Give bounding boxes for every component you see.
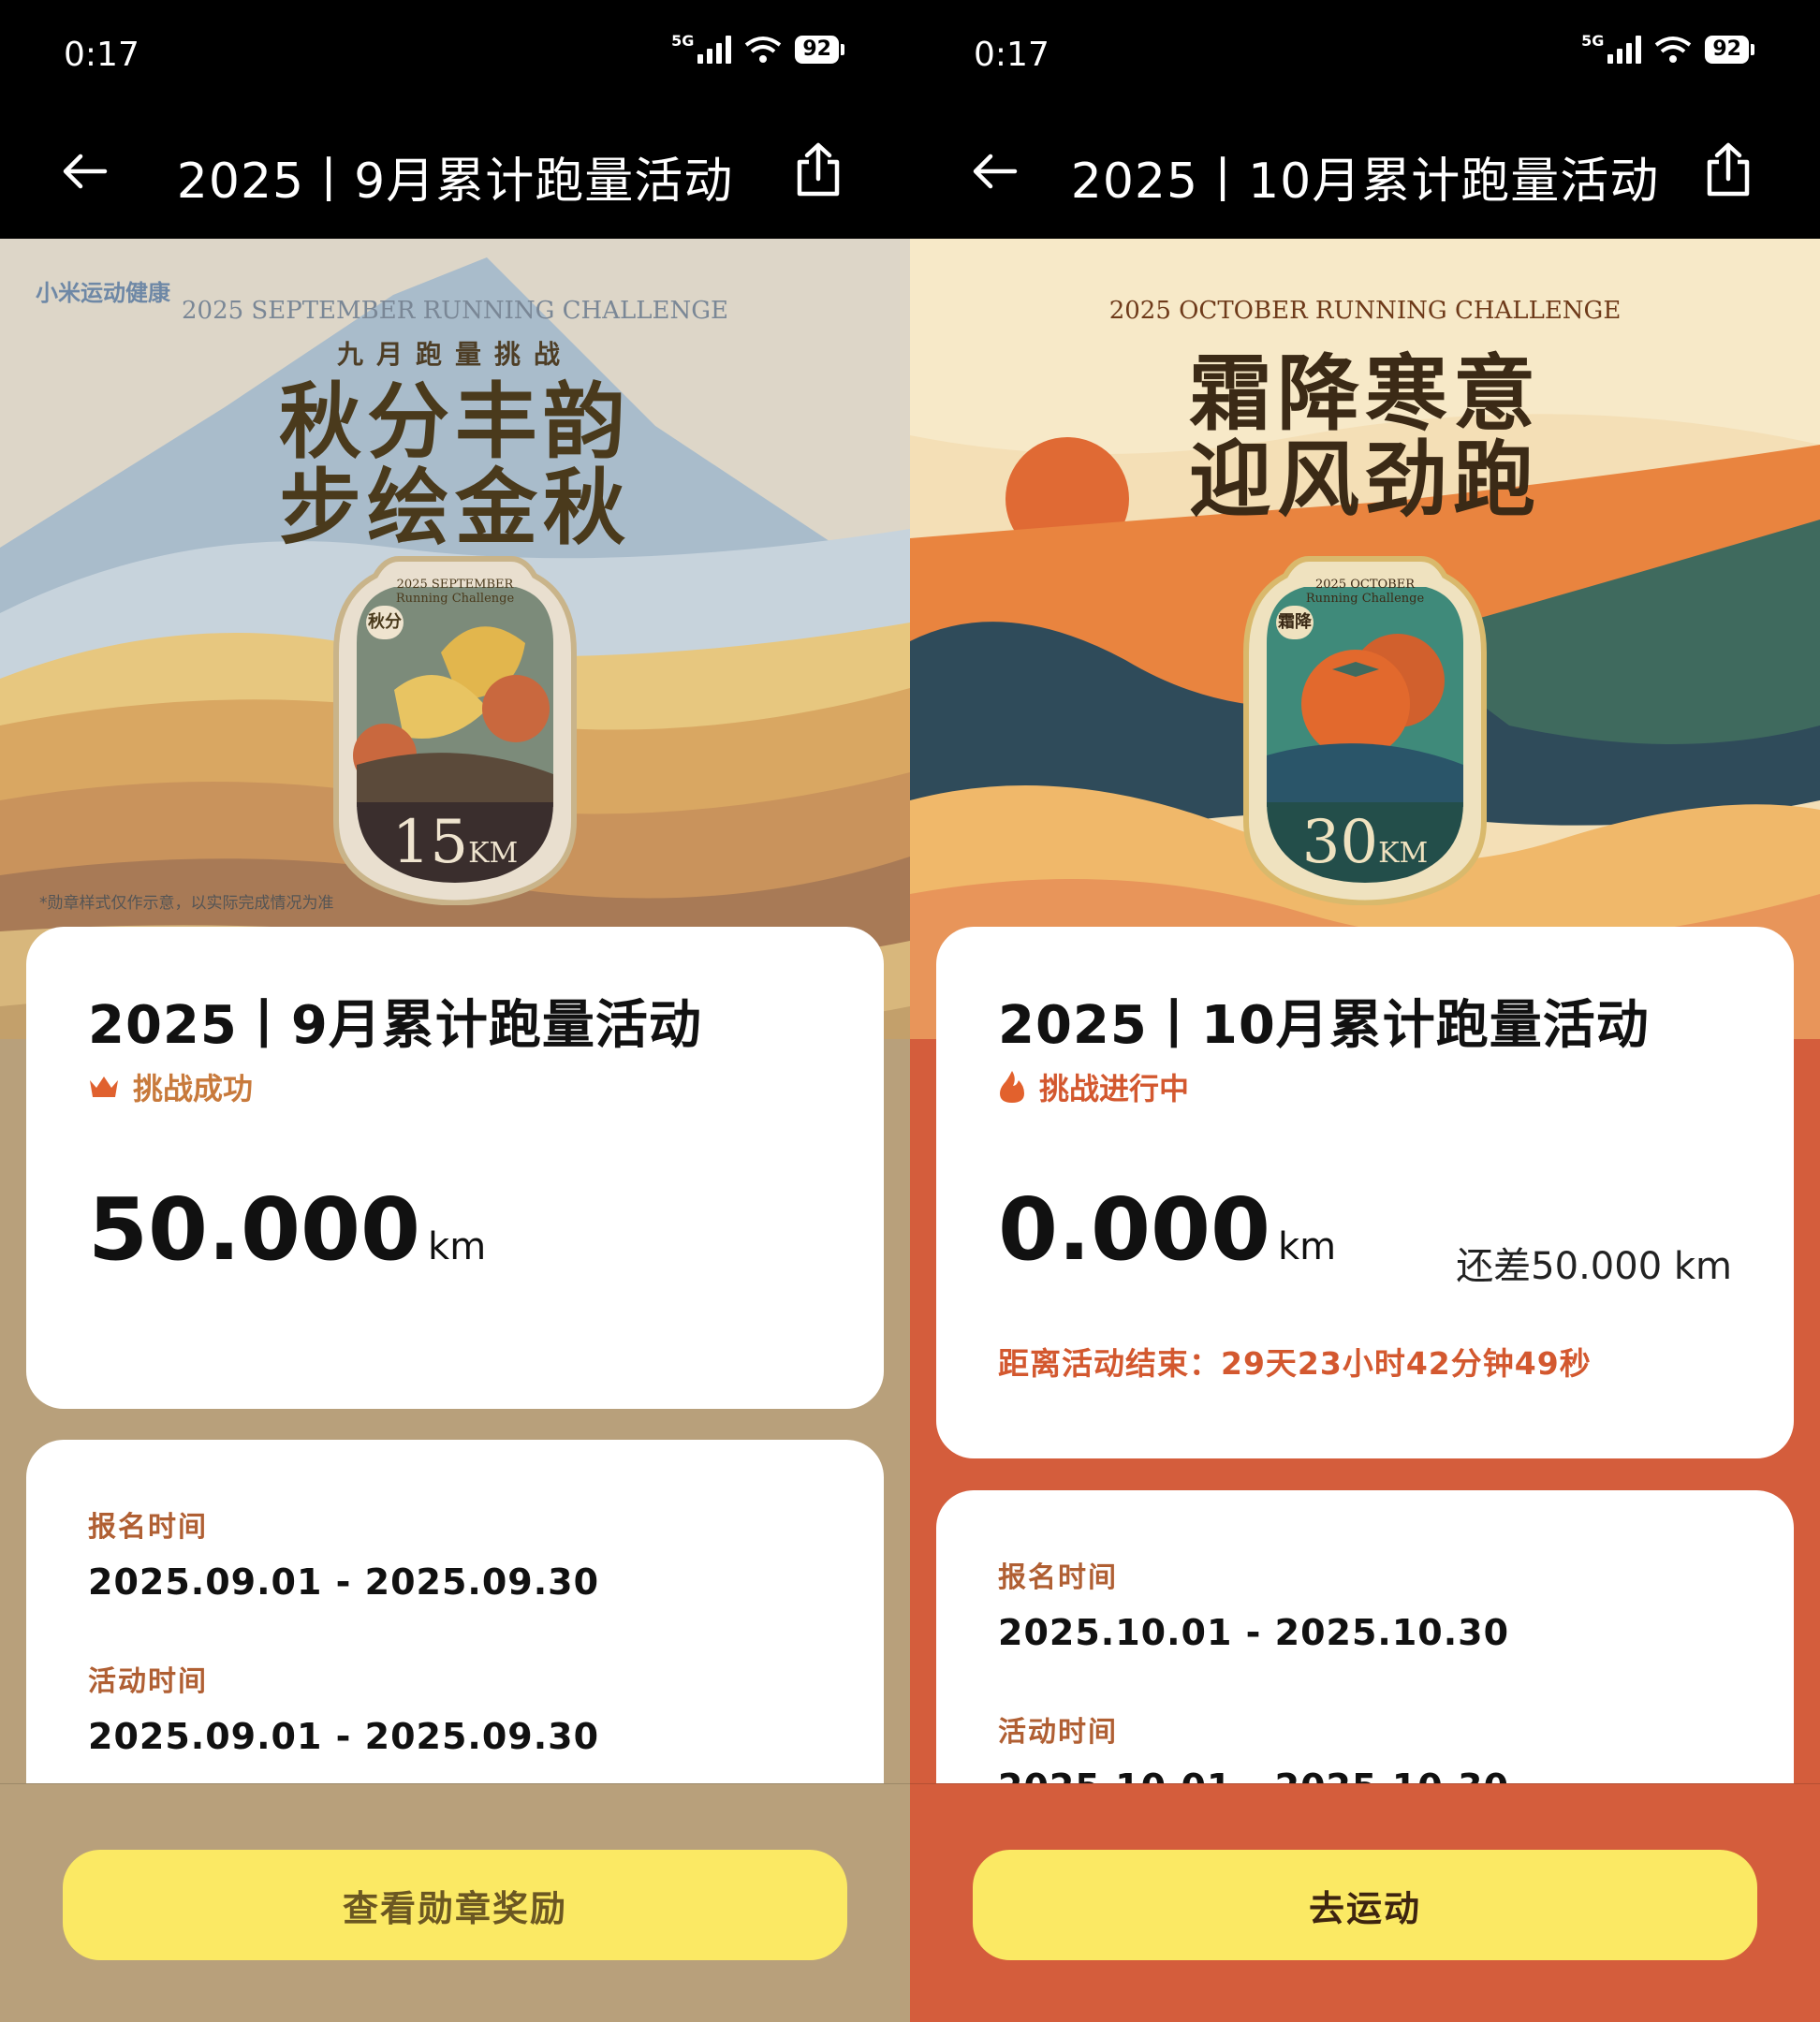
status-text: 挑战成功 (133, 1071, 254, 1106)
hero-slogan-line1: 秋分丰韵 (278, 374, 631, 470)
october-screen: 0:17 5G 92 2025丨10月累计跑量活动 2025 OCTOBER R… (910, 0, 1820, 2022)
hero-english-title: 2025 OCTOBER RUNNING CHALLENGE (1108, 297, 1622, 325)
go-exercise-button[interactable]: 去运动 (973, 1850, 1757, 1960)
status-badge: 挑战进行中 (998, 1065, 1189, 1108)
distance-readout: 50.000 km (88, 1180, 486, 1280)
nav-bar: 2025丨9月累计跑量活动 (0, 108, 910, 239)
signup-time-value: 2025.09.01 - 2025.09.30 (88, 1561, 600, 1603)
hero-english-title: 2025 SEPTEMBER RUNNING CHALLENGE (182, 297, 728, 325)
status-icons: 5G 92 (671, 32, 844, 64)
bottom-action-bar: 去运动 (910, 1783, 1820, 2022)
wifi-icon (745, 37, 782, 63)
status-bar: 0:17 5G 92 (0, 0, 910, 108)
activity-time-value: 2025.09.01 - 2025.09.30 (88, 1716, 600, 1757)
battery-icon (1751, 44, 1754, 55)
share-icon[interactable] (792, 141, 844, 199)
medal-subtitle: Running Challenge (395, 592, 515, 606)
distance-value: 0.000 (998, 1180, 1271, 1280)
status-time: 0:17 (64, 36, 139, 74)
remaining-distance: 还差50.000 km (1456, 1245, 1732, 1288)
signup-time-value: 2025.10.01 - 2025.10.30 (998, 1612, 1510, 1653)
flame-icon (1000, 1071, 1024, 1103)
hero-chinese-subtitle: 九月跑量挑战 (336, 339, 573, 370)
status-badge: 挑战成功 (88, 1065, 253, 1108)
medal-seal: 霜降 (1276, 606, 1314, 639)
status-time: 0:17 (974, 36, 1049, 74)
countdown-timer: 距离活动结束：29天23小时42分钟49秒 (998, 1345, 1592, 1382)
challenge-name: 2025丨10月累计跑量活动 (998, 995, 1650, 1056)
september-screen: 0:17 5G 92 2025丨9月累计跑量活动 小米运动健康 2025 SEP… (0, 0, 910, 2022)
crown-icon (90, 1077, 118, 1097)
challenge-summary-card: 2025丨10月累计跑量活动 挑战进行中 0.000 km 还差50.000 km… (936, 927, 1794, 1458)
share-icon[interactable] (1702, 141, 1754, 199)
hero-slogan-line1: 霜降寒意 (1188, 345, 1541, 442)
medal-km: 30 (1301, 808, 1379, 877)
signal-icon (697, 36, 732, 64)
page-title: 2025丨10月累计跑量活动 (1070, 154, 1660, 210)
signal-icon (1607, 36, 1642, 64)
medal-subtitle: Running Challenge (1305, 592, 1425, 606)
hero-slogan-line2: 步绘金秋 (278, 460, 631, 556)
medal-badge: 2025 OCTOBER Running Challenge 霜降 30KM (1239, 549, 1491, 905)
page-title: 2025丨9月累计跑量活动 (176, 154, 734, 210)
medal-seal: 秋分 (366, 606, 404, 639)
signup-time-label: 报名时间 (88, 1511, 208, 1544)
network-type: 5G (671, 31, 695, 50)
battery-level: 92 (795, 36, 839, 64)
nav-bar: 2025丨10月累计跑量活动 (910, 108, 1820, 239)
activity-time-label: 活动时间 (88, 1665, 208, 1698)
distance-value: 50.000 (88, 1180, 421, 1280)
bottom-action-bar: 查看勋章奖励 (0, 1783, 910, 2022)
status-icons: 5G 92 (1581, 32, 1754, 64)
view-medal-reward-button[interactable]: 查看勋章奖励 (63, 1850, 847, 1960)
battery-level: 92 (1705, 36, 1749, 64)
medal-year: 2025 SEPTEMBER (396, 578, 514, 592)
network-type: 5G (1581, 31, 1605, 50)
medal-km-unit: KM (1378, 837, 1429, 870)
challenge-name: 2025丨9月累计跑量活动 (88, 995, 702, 1056)
activity-time-label: 活动时间 (998, 1716, 1118, 1749)
status-text: 挑战进行中 (1039, 1071, 1190, 1106)
signup-time-label: 报名时间 (998, 1561, 1118, 1594)
medal-km: 15 (391, 808, 469, 877)
wifi-icon (1655, 37, 1692, 63)
distance-readout: 0.000 km (998, 1180, 1336, 1280)
status-bar: 0:17 5G 92 (910, 0, 1820, 108)
medal-year: 2025 OCTOBER (1315, 578, 1415, 592)
battery-icon (841, 44, 844, 55)
medal-badge: 2025 SEPTEMBER Running Challenge 秋分 15KM (329, 549, 581, 905)
distance-unit: km (428, 1225, 487, 1268)
hero-slogan-line2: 迎风劲跑 (1188, 432, 1541, 528)
medal-km-unit: KM (468, 837, 519, 870)
distance-unit: km (1278, 1225, 1337, 1268)
medal-disclaimer: *勋章样式仅作示意，以实际完成情况为准 (39, 894, 334, 913)
challenge-summary-card: 2025丨9月累计跑量活动 挑战成功 50.000 km (26, 927, 884, 1409)
